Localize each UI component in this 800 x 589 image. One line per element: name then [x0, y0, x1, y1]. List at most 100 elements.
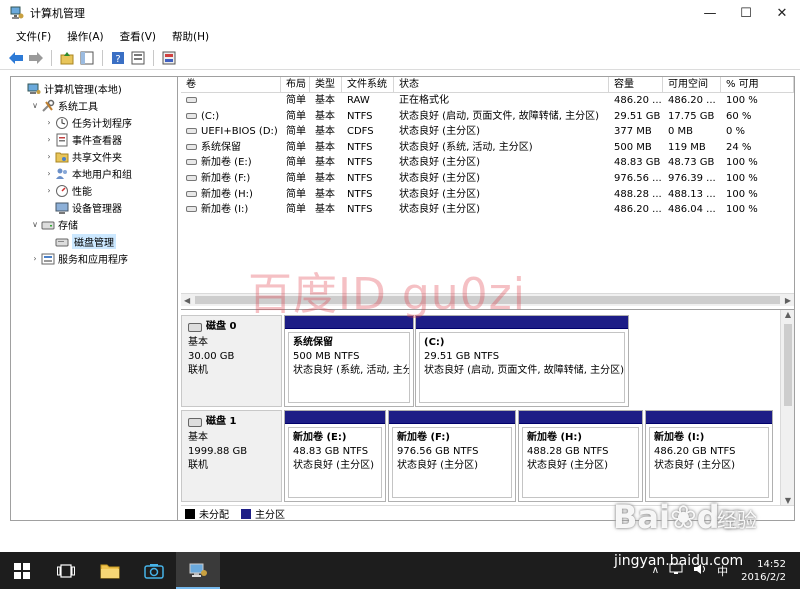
- tree-item[interactable]: › 任务计划程序: [11, 114, 177, 131]
- scroll-right-arrow-icon[interactable]: ▶: [785, 294, 791, 307]
- tree-item[interactable]: 设备管理器: [11, 199, 177, 216]
- partition-block[interactable]: 新加卷 (I:) 486.20 GB NTFS 状态良好 (主分区): [645, 410, 773, 502]
- volume-cell: CDFS: [342, 124, 394, 140]
- expand-toggle-icon[interactable]: ›: [43, 186, 55, 195]
- svg-text:?: ?: [115, 54, 120, 65]
- clock[interactable]: 14:52 2016/2/2: [741, 558, 800, 584]
- start-button[interactable]: [0, 552, 44, 589]
- volume-cell: 100 %: [721, 187, 794, 203]
- expand-toggle-icon[interactable]: ›: [43, 135, 55, 144]
- volume-row[interactable]: 新加卷 (F:) 简单 基本 NTFS 状态良好 (主分区) 976.56 ... 976.…: [181, 171, 794, 187]
- volume-row[interactable]: 新加卷 (E:) 简单 基本 NTFS 状态良好 (主分区) 48.83 GB 48.73 …: [181, 155, 794, 171]
- legend-label-unallocated: 未分配: [199, 510, 229, 520]
- vertical-scroll-thumb[interactable]: [784, 324, 792, 406]
- partition-type-bar: [285, 411, 385, 424]
- expand-toggle-icon[interactable]: ∨: [29, 101, 41, 110]
- volume-row[interactable]: 新加卷 (I:) 简单 基本 NTFS 状态良好 (主分区) 486.20 ... 486.…: [181, 202, 794, 218]
- volume-drive-icon: [186, 97, 197, 103]
- tree-item[interactable]: › 性能: [11, 182, 177, 199]
- column-header-free-space[interactable]: 可用空间: [663, 77, 721, 92]
- properties-icon[interactable]: [130, 50, 146, 66]
- toolbar-divider: [153, 49, 154, 66]
- tools-icon: [41, 99, 55, 113]
- volume-cell: 简单: [281, 140, 310, 156]
- volume-drive-icon: [186, 128, 197, 135]
- scroll-left-arrow-icon[interactable]: ◀: [184, 294, 190, 307]
- expand-toggle-icon[interactable]: ›: [43, 118, 55, 127]
- close-button[interactable]: ✕: [764, 0, 800, 26]
- volume-row[interactable]: 简单 基本 RAW 正在格式化 486.20 ... 486.20 ... 100 %: [181, 93, 794, 109]
- disk-list-icon[interactable]: [161, 50, 177, 66]
- column-header-percent-free[interactable]: % 可用: [721, 77, 794, 92]
- menu-help[interactable]: 帮助(H): [164, 29, 217, 44]
- minimize-button[interactable]: —: [692, 0, 728, 26]
- volume-cell-text: 基本: [315, 157, 335, 169]
- volume-cell: 488.28 ...: [609, 187, 663, 203]
- partition-block[interactable]: 新加卷 (E:) 48.83 GB NTFS 状态良好 (主分区): [284, 410, 386, 502]
- volume-row[interactable]: UEFI+BIOS (D:) 简单 基本 CDFS 状态良好 (主分区) 377 MB 0 …: [181, 124, 794, 140]
- expand-toggle-icon[interactable]: ›: [43, 169, 55, 178]
- scroll-up-arrow-icon[interactable]: ▲: [781, 310, 794, 319]
- tree-item[interactable]: ∨ 存储: [11, 216, 177, 233]
- volume-cell: 24 %: [721, 140, 794, 156]
- volume-cell: 简单: [281, 202, 310, 218]
- column-header-filesystem[interactable]: 文件系统: [342, 77, 394, 92]
- volume-drive-icon: [186, 174, 197, 181]
- show-hide-tree-icon[interactable]: [79, 50, 95, 66]
- volume-cell: [181, 93, 281, 109]
- expand-toggle-icon[interactable]: ›: [43, 152, 55, 161]
- menu-action[interactable]: 操作(A): [59, 29, 111, 44]
- help-icon[interactable]: ?: [110, 50, 126, 66]
- computer-management-taskbar-button[interactable]: [176, 552, 220, 589]
- column-header-volume[interactable]: 卷: [181, 77, 281, 92]
- watermark: 百度ID gu0zi: [248, 269, 526, 320]
- expand-toggle-icon[interactable]: ›: [29, 254, 41, 263]
- volume-cell: 状态良好 (启动, 页面文件, 故障转储, 主分区): [394, 109, 609, 125]
- back-arrow-icon[interactable]: [8, 50, 24, 66]
- volume-cell-text: 正在格式化: [399, 95, 449, 106]
- volume-cell: 17.75 GB: [663, 109, 721, 125]
- partition-block[interactable]: 系统保留 500 MB NTFS 状态良好 (系统, 活动, 主分区): [284, 315, 414, 407]
- disk-label[interactable]: 磁盘 1 基本 1999.88 GB 联机: [181, 410, 282, 502]
- partition-size: 486.20 GB NTFS: [654, 446, 736, 457]
- up-folder-icon[interactable]: [59, 50, 75, 66]
- tree-item[interactable]: 磁盘管理: [11, 233, 177, 250]
- volume-cell: 基本: [310, 93, 342, 109]
- disk-name-text: 磁盘 1: [206, 416, 237, 427]
- forward-arrow-icon[interactable]: [28, 50, 44, 66]
- partition-name: 新加卷 (F:): [397, 432, 450, 443]
- volume-cell-text: 新加卷 (F:): [201, 172, 251, 184]
- column-header-layout[interactable]: 布局: [281, 77, 310, 92]
- volume-row[interactable]: (C:) 简单 基本 NTFS 状态良好 (启动, 页面文件, 故障转储, 主分区) 29…: [181, 109, 794, 125]
- volume-row[interactable]: 系统保留 简单 基本 NTFS 状态良好 (系统, 活动, 主分区) 500 MB 119 …: [181, 140, 794, 156]
- menu-file[interactable]: 文件(F): [8, 29, 59, 44]
- partition-block[interactable]: 新加卷 (H:) 488.28 GB NTFS 状态良好 (主分区): [518, 410, 643, 502]
- volume-cell-text: 新加卷 (E:): [201, 157, 252, 169]
- partition-block[interactable]: (C:) 29.51 GB NTFS 状态良好 (启动, 页面文件, 故障转储, 主…: [415, 315, 629, 407]
- vertical-scrollbar[interactable]: ▲ ▼: [780, 310, 794, 505]
- disk-status: 联机: [188, 365, 208, 376]
- volume-row[interactable]: 新加卷 (H:) 简单 基本 NTFS 状态良好 (主分区) 488.28 ... 488.…: [181, 187, 794, 203]
- tree-item[interactable]: ∨ 系统工具: [11, 97, 177, 114]
- partition-block[interactable]: 新加卷 (F:) 976.56 GB NTFS 状态良好 (主分区): [388, 410, 516, 502]
- column-header-status[interactable]: 状态: [394, 77, 609, 92]
- tree-item[interactable]: › 共享文件夹: [11, 148, 177, 165]
- column-header-capacity[interactable]: 容量: [609, 77, 663, 92]
- disk-label[interactable]: 磁盘 0 基本 30.00 GB 联机: [181, 315, 282, 407]
- camera-app-button[interactable]: [132, 552, 176, 589]
- tree-item[interactable]: › 本地用户和组: [11, 165, 177, 182]
- task-view-button[interactable]: [44, 552, 88, 589]
- file-explorer-button[interactable]: [88, 552, 132, 589]
- toolbar-divider: [102, 49, 103, 66]
- tree-item[interactable]: 计算机管理(本地): [11, 80, 177, 97]
- menu-view[interactable]: 查看(V): [112, 29, 164, 44]
- computer-icon: [27, 82, 41, 96]
- volume-cell: 基本: [310, 109, 342, 125]
- maximize-button[interactable]: ☐: [728, 0, 764, 26]
- tree-item[interactable]: › 事件查看器: [11, 131, 177, 148]
- column-header-type[interactable]: 类型: [310, 77, 342, 92]
- volume-cell: NTFS: [342, 187, 394, 203]
- tree-item[interactable]: › 服务和应用程序: [11, 250, 177, 267]
- volume-cell-text: 488.13 ...: [668, 188, 716, 200]
- expand-toggle-icon[interactable]: ∨: [29, 220, 41, 229]
